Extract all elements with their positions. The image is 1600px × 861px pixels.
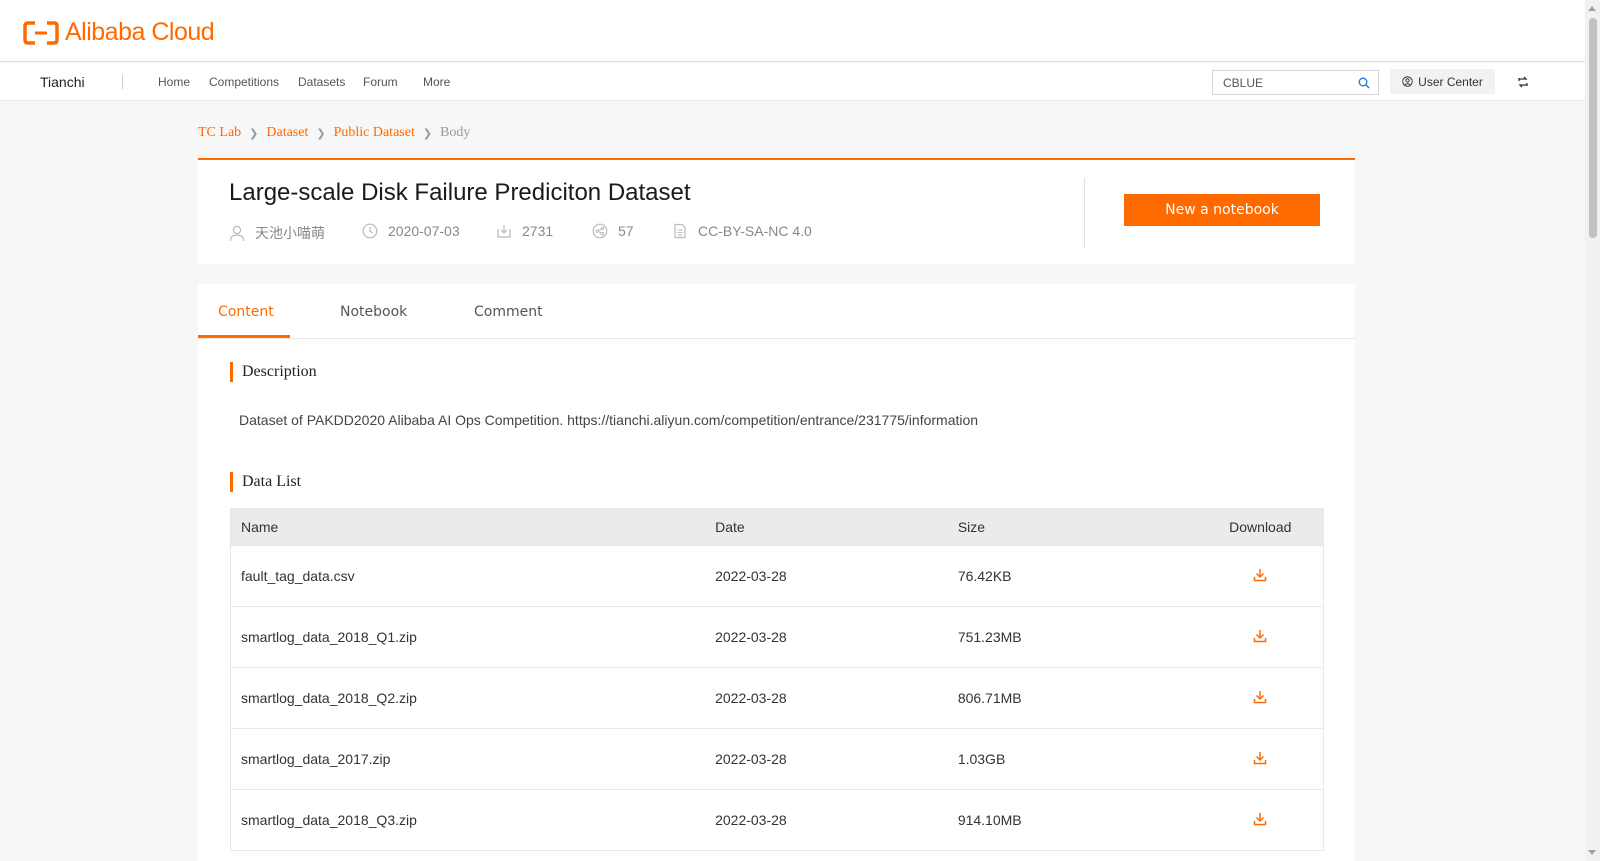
user-center-button[interactable]: User Center <box>1390 69 1495 94</box>
page-scrollbar[interactable] <box>1585 0 1600 861</box>
logo-text: Alibaba Cloud <box>65 18 215 46</box>
column-header-download: Download <box>1187 508 1324 546</box>
logo-mark-icon <box>23 20 59 45</box>
file-date: 2022-03-28 <box>705 728 948 790</box>
description-heading: Description <box>230 362 317 382</box>
tab-content[interactable]: Content <box>218 304 274 320</box>
tab-notebook[interactable]: Notebook <box>340 304 407 320</box>
scroll-down-arrow-icon[interactable] <box>1588 850 1596 855</box>
table-row: fault_tag_data.csv 2022-03-28 76.42KB <box>230 545 1324 607</box>
nav-link-forum[interactable]: Forum <box>363 75 398 89</box>
download-count-icon <box>497 225 511 238</box>
meta-author: 天池小喵萌 <box>229 223 325 243</box>
author-name[interactable]: 天池小喵萌 <box>255 223 325 243</box>
breadcrumb-tc-lab[interactable]: TC Lab <box>198 125 241 141</box>
column-header-date: Date <box>705 508 948 546</box>
nav-divider <box>122 75 123 89</box>
search-input[interactable] <box>1213 71 1343 94</box>
data-list-heading: Data List <box>230 472 301 492</box>
nav-brand-tianchi[interactable]: Tianchi <box>40 74 85 90</box>
download-count: 2731 <box>522 223 554 239</box>
file-name: fault_tag_data.csv <box>230 545 706 607</box>
nav-link-home[interactable]: Home <box>158 75 190 89</box>
file-name: smartlog_data_2018_Q2.zip <box>230 667 706 729</box>
document-icon <box>674 223 686 239</box>
content-card: Content Notebook Comment Description Dat… <box>198 284 1355 861</box>
meta-shares: 57 <box>592 223 634 239</box>
data-list-table: Name Date Size Download fault_tag_data.c… <box>230 508 1324 851</box>
tab-bar: Content Notebook Comment <box>198 284 1355 339</box>
file-size: 751.23MB <box>947 606 1188 668</box>
new-notebook-button[interactable]: New a notebook <box>1124 194 1320 226</box>
chevron-right-icon: ❯ <box>249 126 259 140</box>
download-icon[interactable] <box>1253 751 1267 768</box>
table-row: smartlog_data_2018_Q3.zip 2022-03-28 914… <box>230 789 1324 851</box>
download-icon[interactable] <box>1253 568 1267 585</box>
share-icon <box>592 223 608 239</box>
license-text: CC-BY-SA-NC 4.0 <box>698 223 812 239</box>
breadcrumb-dataset[interactable]: Dataset <box>266 125 308 141</box>
user-center-label: User Center <box>1418 74 1483 89</box>
breadcrumb-body: Body <box>440 125 471 140</box>
switch-language-icon[interactable] <box>1517 75 1529 93</box>
nav-link-more[interactable]: More <box>423 75 450 89</box>
dataset-header-card: Large-scale Disk Failure Prediciton Data… <box>198 158 1355 264</box>
search-box <box>1212 70 1379 95</box>
meta-license: CC-BY-SA-NC 4.0 <box>672 223 812 239</box>
description-text: Dataset of PAKDD2020 Alibaba AI Ops Comp… <box>239 412 979 428</box>
file-name: smartlog_data_2018_Q3.zip <box>230 789 706 851</box>
table-row: smartlog_data_2018_Q2.zip 2022-03-28 806… <box>230 667 1324 729</box>
nav-bar: Tianchi Home Competitions Datasets Forum… <box>0 63 1585 101</box>
search-icon[interactable] <box>1358 76 1370 94</box>
meta-date: 2020-07-03 <box>362 223 460 239</box>
download-icon[interactable] <box>1253 629 1267 646</box>
table-row: smartlog_data_2017.zip 2022-03-28 1.03GB <box>230 728 1324 790</box>
file-size: 76.42KB <box>947 545 1188 607</box>
nav-link-datasets[interactable]: Datasets <box>298 75 345 89</box>
publish-date: 2020-07-03 <box>388 223 460 239</box>
file-name: smartlog_data_2018_Q1.zip <box>230 606 706 668</box>
user-circle-icon <box>1402 76 1413 87</box>
file-size: 1.03GB <box>947 728 1188 790</box>
table-header-row: Name Date Size Download <box>230 508 1324 546</box>
file-date: 2022-03-28 <box>705 667 948 729</box>
breadcrumb: TC Lab ❯ Dataset ❯ Public Dataset ❯ Body <box>198 125 470 141</box>
dataset-title: Large-scale Disk Failure Prediciton Data… <box>229 179 691 206</box>
file-size: 806.71MB <box>947 667 1188 729</box>
alibaba-cloud-logo[interactable]: Alibaba Cloud <box>23 18 215 47</box>
column-header-name: Name <box>230 508 706 546</box>
meta-downloads: 2731 <box>496 223 553 239</box>
breadcrumb-public-dataset[interactable]: Public Dataset <box>334 125 415 141</box>
file-name: smartlog_data_2017.zip <box>230 728 706 790</box>
scroll-up-arrow-icon[interactable] <box>1588 6 1596 11</box>
file-date: 2022-03-28 <box>705 545 948 607</box>
file-date: 2022-03-28 <box>705 789 948 851</box>
active-tab-indicator <box>198 335 290 338</box>
chevron-right-icon: ❯ <box>316 126 326 140</box>
file-date: 2022-03-28 <box>705 606 948 668</box>
chevron-right-icon: ❯ <box>422 126 433 140</box>
file-size: 914.10MB <box>947 789 1188 851</box>
download-icon[interactable] <box>1253 690 1267 707</box>
brand-bar: Alibaba Cloud <box>0 0 1585 62</box>
share-count: 57 <box>618 223 634 239</box>
header-divider <box>1084 178 1085 248</box>
scroll-thumb[interactable] <box>1589 18 1597 238</box>
table-row: smartlog_data_2018_Q1.zip 2022-03-28 751… <box>230 606 1324 668</box>
nav-link-competitions[interactable]: Competitions <box>209 75 279 89</box>
tab-comment[interactable]: Comment <box>474 304 543 320</box>
user-icon <box>229 225 245 241</box>
download-icon[interactable] <box>1253 812 1267 829</box>
clock-icon <box>362 223 378 239</box>
column-header-size: Size <box>947 508 1188 546</box>
